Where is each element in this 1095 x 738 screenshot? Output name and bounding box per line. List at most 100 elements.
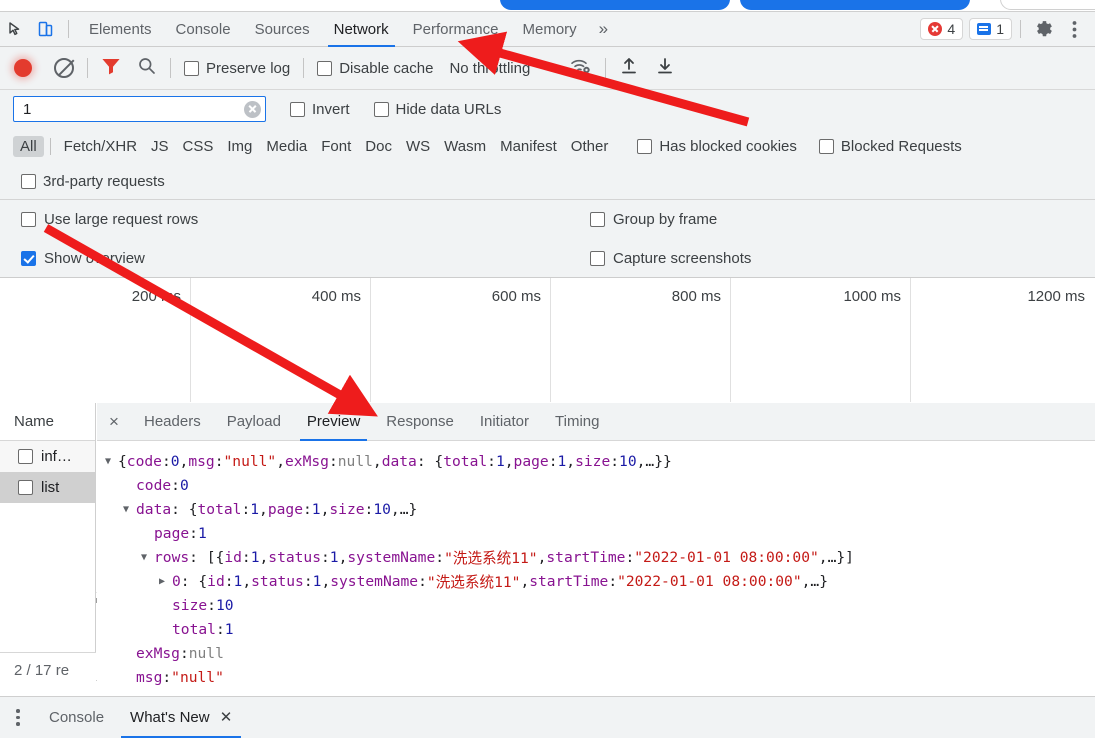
expand-triangle-open-icon[interactable]: ▼ [105,456,118,467]
tab-performance[interactable]: Performance [401,12,511,47]
json-line[interactable]: total: 1 [97,617,1095,641]
type-chip-other[interactable]: Other [564,136,616,157]
has-blocked-cookies-checkbox[interactable]: Has blocked cookies [637,138,797,155]
type-chip-manifest[interactable]: Manifest [493,136,564,157]
request-row-checkbox[interactable] [18,449,33,464]
tab-sources[interactable]: Sources [243,12,322,47]
tab-headers[interactable]: Headers [131,403,214,441]
tab-elements[interactable]: Elements [77,12,164,47]
type-chip-ws[interactable]: WS [399,136,437,157]
expand-triangle-closed-icon[interactable]: ▶ [159,576,172,587]
request-row-checkbox[interactable] [18,480,33,495]
clear-input-icon[interactable] [244,100,261,118]
show-overview-box[interactable] [21,251,36,266]
json-line[interactable]: page: 1 [97,521,1095,545]
json-line[interactable]: code: 0 [97,473,1095,497]
json-line[interactable]: ▼ data: {total: 1, page: 1, size: 10,…} [97,497,1095,521]
request-list-header[interactable]: Name [0,403,95,441]
preserve-log-box[interactable] [184,60,199,76]
json-token: total [443,452,488,470]
json-line-spacer [123,480,136,491]
json-preview-tree[interactable]: ▼{code: 0, msg: "null", exMsg: null, dat… [97,441,1095,688]
type-chip-font[interactable]: Font [314,136,358,157]
error-count-badge[interactable]: 4 [920,18,964,40]
filter-input[interactable] [21,99,244,119]
type-chip-img[interactable]: Img [220,136,259,157]
type-chip-media[interactable]: Media [259,136,314,157]
third-party-box[interactable] [21,174,36,189]
request-row-list[interactable]: list [0,472,95,503]
network-conditions-icon[interactable] [570,56,592,81]
throttling-select[interactable]: No throttling [449,60,530,77]
gear-icon[interactable] [1029,14,1059,44]
record-button[interactable] [14,59,32,77]
capture-screenshots-checkbox[interactable]: Capture screenshots [590,250,751,267]
type-chip-css[interactable]: CSS [176,136,221,157]
group-by-frame-checkbox[interactable]: Group by frame [590,211,717,228]
invert-box[interactable] [290,101,305,117]
chrome-pill-3[interactable] [1000,0,1095,10]
json-line[interactable]: size: 10 [97,593,1095,617]
vertical-dots-icon[interactable] [1059,14,1089,44]
export-har-icon[interactable] [655,56,675,81]
json-token: , [520,572,530,590]
tab-timing[interactable]: Timing [542,403,612,441]
preserve-log-checkbox[interactable]: Preserve log [184,60,290,77]
json-line[interactable]: ▼ rows: [{id: 1, status: 1, systemName: "… [97,545,1095,569]
use-large-request-rows-checkbox[interactable]: Use large request rows [21,211,198,228]
tab-initiator[interactable]: Initiator [467,403,542,441]
blocked-requests-box[interactable] [818,138,834,154]
type-chip-js[interactable]: JS [144,136,176,157]
chrome-pill-1[interactable] [500,0,730,10]
invert-checkbox[interactable]: Invert [290,101,350,118]
close-icon[interactable]: × [97,412,131,432]
tab-network[interactable]: Network [322,12,401,47]
json-line[interactable]: exMsg: null [97,641,1095,665]
more-tabs-icon[interactable]: » [589,19,618,39]
tab-preview[interactable]: Preview [294,403,373,441]
import-har-icon[interactable] [619,56,639,81]
type-chip-wasm[interactable]: Wasm [437,136,493,157]
json-line[interactable]: ▼{code: 0, msg: "null", exMsg: null, dat… [97,449,1095,473]
type-chip-doc[interactable]: Doc [358,136,399,157]
json-token: data [381,452,417,470]
disable-cache-checkbox[interactable]: Disable cache [317,60,433,77]
filter-input-wrapper[interactable] [13,96,266,122]
blocked-requests-checkbox[interactable]: Blocked Requests [818,138,962,155]
filter-icon[interactable] [101,56,121,81]
capture-screenshots-box[interactable] [590,251,605,266]
message-count-badge[interactable]: 1 [969,18,1012,40]
type-chip-all[interactable]: All [13,135,44,157]
expand-triangle-open-icon[interactable]: ▼ [141,552,154,563]
expand-triangle-open-icon[interactable]: ▼ [123,504,136,515]
inspect-element-icon[interactable] [0,14,30,44]
close-icon[interactable]: ✕ [220,709,233,726]
preserve-log-label: Preserve log [206,59,291,77]
vertical-dots-icon[interactable] [0,709,36,726]
show-overview-checkbox[interactable]: Show overview [21,250,145,267]
hide-data-urls-checkbox[interactable]: Hide data URLs [373,101,501,118]
device-toolbar-icon[interactable] [30,14,60,44]
tab-console[interactable]: Console [164,12,243,47]
search-icon[interactable] [137,56,157,81]
tab-memory[interactable]: Memory [511,12,589,47]
json-line[interactable]: ▶ 0: {id: 1, status: 1, systemName: "洗选系统… [97,569,1095,593]
chrome-pill-2[interactable] [740,0,970,10]
network-overview[interactable]: 200 ms 400 ms 600 ms 800 ms 1000 ms 1200… [0,278,1095,681]
request-row-inf[interactable]: inf… [0,441,95,472]
json-line-spacer [141,528,154,539]
drawer-tab-whats-new[interactable]: What's New ✕ [117,697,245,738]
tab-response[interactable]: Response [373,403,467,441]
drawer-tab-console[interactable]: Console [36,697,117,738]
chevron-down-icon[interactable] [544,65,555,71]
hide-data-urls-box[interactable] [373,101,389,117]
use-large-request-rows-box[interactable] [21,212,36,227]
group-by-frame-box[interactable] [590,212,605,227]
third-party-requests-checkbox[interactable]: 3rd-party requests [21,173,165,190]
clear-button[interactable] [54,58,74,78]
json-line[interactable]: msg: "null" [97,665,1095,688]
disable-cache-box[interactable] [317,60,333,76]
tab-payload[interactable]: Payload [214,403,294,441]
has-blocked-cookies-box[interactable] [637,138,653,154]
type-chip-fetch-xhr[interactable]: Fetch/XHR [57,136,144,157]
